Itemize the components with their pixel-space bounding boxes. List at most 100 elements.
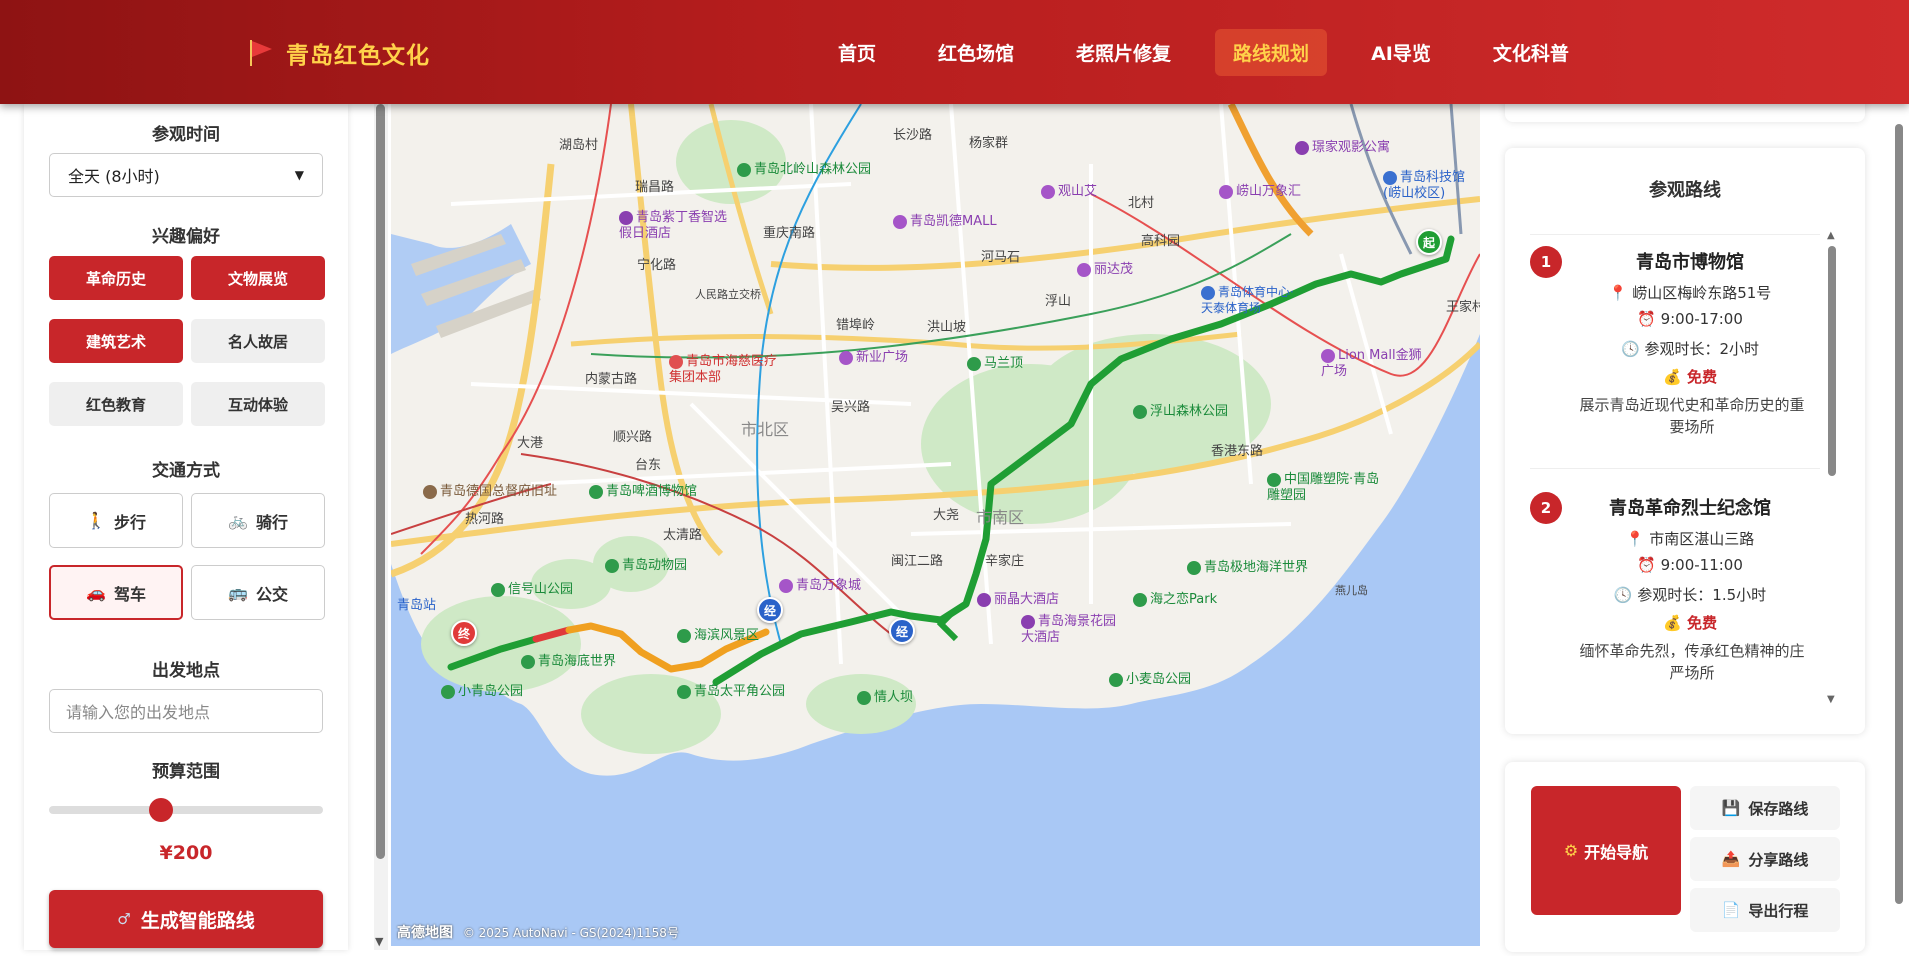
map-label: 错埠岭 — [836, 318, 876, 333]
map-poi-historic[interactable]: 青岛德国总督府旧址 — [423, 480, 557, 499]
park-icon — [589, 484, 603, 499]
map-poi-park[interactable]: 海滨风景区 — [677, 624, 759, 643]
map-poi-hotel[interactable]: 丽晶大酒店 — [977, 588, 1059, 607]
visit-time-select[interactable]: 全天 (8小时) ▼ — [49, 153, 323, 197]
route-scroll-thumb[interactable] — [1828, 246, 1836, 476]
nav-home[interactable]: 首页 — [820, 29, 894, 76]
site-logo[interactable]: 青岛红色文化 — [248, 36, 430, 70]
save-route-label: 保存路线 — [1748, 799, 1809, 818]
nav-red-venues[interactable]: 红色场馆 — [920, 29, 1032, 76]
money-bag-icon: 💰 — [1663, 614, 1682, 632]
interest-celebrity-residence[interactable]: 名人故居 — [191, 319, 325, 363]
map-poi-shop[interactable]: 新业广场 — [839, 346, 908, 365]
end-marker[interactable]: 终 — [451, 620, 477, 646]
map-poi-shop[interactable]: 青岛万象城 — [779, 574, 861, 593]
map-label: 香港东路 — [1211, 444, 1264, 459]
map-poi-shop[interactable]: Lion Mall金狮广场 — [1321, 348, 1431, 380]
nav-culture[interactable]: 文化科普 — [1475, 29, 1587, 76]
budget-slider-thumb[interactable] — [149, 798, 173, 822]
left-scroll-thumb[interactable] — [376, 104, 385, 859]
stop-hours: ⏰ 9:00-17:00 — [1637, 310, 1743, 328]
map-poi-science[interactable]: 青岛科技馆(崂山校区) — [1383, 170, 1480, 202]
save-route-button[interactable]: 💾 保存路线 — [1690, 786, 1840, 830]
transport-bike-button[interactable]: 🚲 骑行 — [191, 493, 325, 548]
map-poi-park[interactable]: 马兰顶 — [967, 352, 1023, 371]
map-poi-park[interactable]: 浮山森林公园 — [1133, 400, 1228, 419]
hotel-icon — [1021, 614, 1035, 629]
shopping-icon — [1077, 262, 1091, 277]
scroll-down-arrow-icon[interactable]: ▼ — [1827, 694, 1835, 705]
left-panel-scrollbar[interactable]: ▼ — [374, 104, 388, 950]
map-poi-hotel[interactable]: 青岛海景花园大酒店 — [1021, 614, 1121, 646]
interest-architecture[interactable]: 建筑艺术 — [49, 319, 183, 363]
museum-icon — [1383, 170, 1397, 185]
page-scroll-thumb[interactable] — [1895, 124, 1903, 904]
interest-red-education[interactable]: 红色教育 — [49, 382, 183, 426]
map-poi-park[interactable]: 青岛动物园 — [605, 554, 687, 573]
start-marker[interactable]: 起 — [1416, 229, 1442, 255]
interest-interactive[interactable]: 互动体验 — [191, 382, 325, 426]
transport-walk-button[interactable]: 🚶 步行 — [49, 493, 183, 548]
shopping-icon — [1321, 348, 1335, 363]
transport-car-button[interactable]: 🚗 驾车 — [49, 565, 183, 620]
nav-ai-guide[interactable]: AI导览 — [1353, 29, 1449, 76]
page-scrollbar[interactable] — [1892, 104, 1906, 950]
scroll-down-arrow-icon[interactable]: ▼ — [375, 935, 383, 948]
generate-route-button[interactable]: ♂ 生成智能路线 — [49, 890, 323, 948]
map-poi-park[interactable]: 青岛啤酒博物馆 — [589, 480, 697, 499]
nav-route-planning[interactable]: 路线规划 — [1215, 29, 1328, 76]
stop-price: 💰 免费 — [1663, 368, 1717, 386]
map-poi-park[interactable]: 青岛极地海洋世界 — [1187, 556, 1308, 575]
map-poi-park[interactable]: 青岛北岭山森林公园 — [737, 158, 871, 177]
park-icon — [491, 582, 505, 597]
map-label: 大尧 — [933, 508, 960, 523]
chevron-down-icon: ▼ — [294, 168, 304, 182]
map-poi-shop[interactable]: 青岛凯德MALL — [893, 210, 997, 229]
map-poi-hospital[interactable]: 青岛市海慈医疗集团本部 — [669, 354, 779, 386]
map-poi-stadium[interactable]: 青岛体育中心·天泰体育场 — [1201, 284, 1301, 316]
start-location-input[interactable]: 请输入您的出发地点 — [49, 689, 323, 733]
map-poi-park[interactable]: 青岛海底世界 — [521, 650, 616, 669]
shopping-icon — [839, 350, 853, 365]
map-poi-hotel[interactable]: 璟家观影公寓 — [1295, 136, 1390, 155]
budget-slider[interactable] — [49, 798, 323, 822]
map-poi-shop[interactable]: 观山艾 — [1041, 180, 1097, 199]
scroll-up-arrow-icon[interactable]: ▲ — [1827, 230, 1835, 241]
interest-relic-exhibition[interactable]: 文物展览 — [191, 256, 325, 300]
hospital-icon — [669, 354, 683, 369]
map-copyright: 高德地图 © 2025 AutoNavi - GS(2024)1158号 — [397, 925, 679, 941]
route-map[interactable]: 湖岛村 瑞昌路 宁化路 内蒙古路 大港 顺兴路 台东 热河路 太清路 市北区 市… — [391, 104, 1480, 946]
map-label: 辛家庄 — [985, 554, 1025, 569]
transport-bus-button[interactable]: 🚌 公交 — [191, 565, 325, 620]
route-list-scrollbar[interactable]: ▲ ▼ — [1826, 230, 1838, 710]
via-marker[interactable]: 经 — [889, 618, 915, 644]
export-itinerary-button[interactable]: 📄 导出行程 — [1690, 888, 1840, 932]
nav-photo-restore[interactable]: 老照片修复 — [1058, 29, 1189, 76]
amap-logo: 高德地图 — [397, 925, 453, 941]
hotel-icon — [1295, 140, 1309, 155]
start-navigation-button[interactable]: ⚙ 开始导航 — [1531, 786, 1681, 915]
park-icon — [1133, 592, 1147, 607]
via-marker[interactable]: 经 — [757, 597, 783, 623]
share-route-button[interactable]: 📤 分享路线 — [1690, 837, 1840, 881]
map-poi-park[interactable]: 小青岛公园 — [441, 680, 523, 699]
map-poi-park[interactable]: 海之恋Park — [1133, 588, 1217, 607]
map-label: 高科园 — [1141, 234, 1181, 249]
park-icon — [737, 162, 751, 177]
map-label: 人民路立交桥 — [695, 288, 761, 301]
map-poi-hotel[interactable]: 青岛紫丁香智选假日酒店 — [619, 210, 739, 242]
planning-panel: 参观时间 全天 (8小时) ▼ 兴趣偏好 革命历史 文物展览 建筑艺术 名人故居… — [24, 104, 348, 950]
map-poi-park[interactable]: 情人坝 — [857, 686, 913, 705]
map-poi-park[interactable]: 小麦岛公园 — [1109, 668, 1191, 687]
clock-icon: 🕓 — [1613, 586, 1633, 604]
stop-number: 2 — [1530, 492, 1562, 524]
map-poi-park[interactable]: 中国雕塑院·青岛雕塑园 — [1267, 472, 1387, 504]
interest-revolution-history[interactable]: 革命历史 — [49, 256, 183, 300]
map-poi-shop[interactable]: 崂山万象汇 — [1219, 180, 1301, 199]
transport-bus-label: 公交 — [255, 584, 288, 604]
map-poi-park[interactable]: 信号山公园 — [491, 578, 573, 597]
park-icon — [967, 356, 981, 371]
map-poi-shop[interactable]: 丽达茂 — [1077, 258, 1133, 277]
map-poi-park[interactable]: 青岛太平角公园 — [677, 680, 785, 699]
map-label: 宁化路 — [637, 258, 677, 273]
